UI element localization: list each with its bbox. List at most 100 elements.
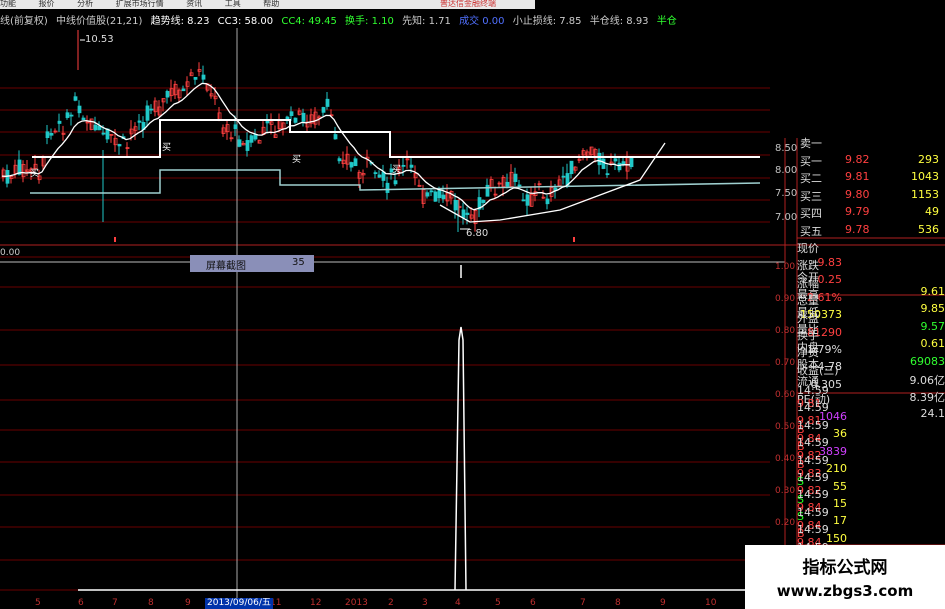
quote-key: 净资 <box>797 346 819 360</box>
quote-key: 收益(三) <box>797 363 839 377</box>
candle-body <box>393 180 398 185</box>
x-axis-tick: 7 <box>112 598 118 608</box>
candle-body <box>69 114 74 117</box>
tick-row: 14:59 9.83 55 S <box>797 454 945 506</box>
candle-body <box>481 199 486 203</box>
order-label: 卖一 <box>800 137 822 150</box>
candle-body <box>561 175 566 178</box>
candle-body <box>401 164 406 167</box>
quote-key: 总量 <box>797 294 819 308</box>
candle-body <box>325 98 330 107</box>
order-book-row: 买三 9.80 1153 <box>797 188 945 204</box>
trend-line-value: 趋势线: 8.23 <box>150 16 210 27</box>
candle-body <box>105 128 110 140</box>
candle-body <box>409 164 414 168</box>
x-axis-tick: 9 <box>660 598 666 608</box>
candle-body <box>601 158 606 169</box>
candle-body <box>201 74 206 80</box>
half-position-value: 半仓线: 8.93 <box>589 16 649 27</box>
quote-row: 现价 9.83 今开 9.61 <box>797 240 945 298</box>
watermark-title: 指标公式网 <box>802 558 888 578</box>
half-position-label: 半仓 <box>656 16 677 27</box>
app-title: 普达信金融终端 <box>440 0 496 8</box>
quote-key: 涨幅 <box>797 276 819 290</box>
order-label: 买二 <box>800 172 822 185</box>
tick-time: 14:59 <box>797 418 829 432</box>
chart-mode-label: 线(前复权) <box>0 16 48 27</box>
menu-item-function[interactable]: 功能 <box>0 0 16 8</box>
order-volume: 536 <box>918 222 939 236</box>
candle-body <box>433 191 438 202</box>
candle-body <box>77 105 82 114</box>
stop-loss-value: 小止损线: 7.85 <box>512 16 582 27</box>
candle-body <box>429 190 434 193</box>
candle-body <box>569 160 574 175</box>
menu-item-quote[interactable]: 报价 <box>39 0 55 8</box>
high-price-label: 10.53 <box>85 34 114 45</box>
candle-body <box>101 132 106 135</box>
order-book-row: 买二 9.81 1043 <box>797 170 945 186</box>
candle-body <box>513 173 518 182</box>
candle-body <box>293 117 298 123</box>
order-price: 9.82 <box>845 152 870 166</box>
x-axis-tick: 6 <box>78 598 84 608</box>
menu-item-news[interactable]: 资讯 <box>186 0 202 8</box>
watermark-url: www.zbgs3.com <box>776 582 914 600</box>
x-axis-tick: 2013 <box>345 598 368 608</box>
candle-body <box>65 112 70 118</box>
quote-row: 涨跌 0.25 最高 9.85 <box>797 257 945 315</box>
candle-body <box>629 156 634 168</box>
x-axis-tick: 8 <box>615 598 621 608</box>
indicator-header: 线(前复权) 中线价值股(21,21) 趋势线: 8.23 CC3: 58.00… <box>0 12 682 27</box>
order-book-row: 买一 9.82 293 <box>797 153 945 169</box>
trend-step-line <box>32 119 760 158</box>
menu-item-tools[interactable]: 工具 <box>225 0 241 8</box>
x-axis-tick: 6 <box>530 598 536 608</box>
order-volume: 1043 <box>911 170 939 183</box>
order-price: 9.79 <box>845 205 870 218</box>
candle-body <box>545 198 550 205</box>
sub-axis-label: 0.50 <box>775 422 796 432</box>
candle-body <box>505 181 510 187</box>
xianzhi-value: 先知: 1.71 <box>402 16 451 27</box>
x-axis-tick: 5 <box>35 598 41 608</box>
menu-item-help[interactable]: 帮助 <box>263 0 279 8</box>
order-price: 9.78 <box>845 222 870 236</box>
candle-body <box>441 194 446 200</box>
candle-body <box>253 134 258 140</box>
candle-body <box>245 140 250 151</box>
candle-body <box>165 91 170 98</box>
tooltip-label: 屏幕截图 <box>206 261 246 272</box>
order-book-row: 卖一 <box>797 135 945 151</box>
buy-marker: 买 <box>30 169 40 179</box>
candle-body <box>437 189 442 199</box>
candle-body <box>265 120 270 124</box>
indicator-name: 中线价值股(21,21) <box>56 16 143 27</box>
candle-body <box>289 111 294 116</box>
candle-body <box>453 199 458 211</box>
candle-body <box>461 209 466 218</box>
tick-time: 14:59 <box>797 505 829 519</box>
quote-row: 外盘 81290 内盘 69083 <box>797 310 945 368</box>
price-axis-label: 7.50 <box>775 188 798 199</box>
tick-time: 14:59 <box>797 488 829 502</box>
price-axis-label: 8.00 <box>775 165 798 176</box>
candle-body <box>233 124 238 129</box>
order-label: 买三 <box>800 189 822 203</box>
candle-body <box>73 96 78 101</box>
candle-body <box>333 134 338 140</box>
candle-body <box>81 117 86 121</box>
candle-body <box>621 161 626 165</box>
candle-body <box>373 172 378 175</box>
buy-marker: 买 <box>392 165 402 175</box>
menu-item-analysis[interactable]: 分析 <box>77 0 93 8</box>
tick-time: 14:59 <box>797 401 829 415</box>
watermark-logo: 指标公式网 www.zbgs3.com <box>745 545 945 609</box>
candle-body <box>181 88 186 92</box>
candle-body <box>321 107 326 113</box>
sub-axis-label: 0.90 <box>775 294 796 304</box>
x-axis-tick: 2 <box>388 598 394 608</box>
tick-row: 14:59 9.81 1046 B <box>797 384 945 436</box>
sub-chart-left-value: 0.00 <box>0 248 21 258</box>
menu-item-extended-market[interactable]: 扩展市场行情 <box>116 0 164 8</box>
